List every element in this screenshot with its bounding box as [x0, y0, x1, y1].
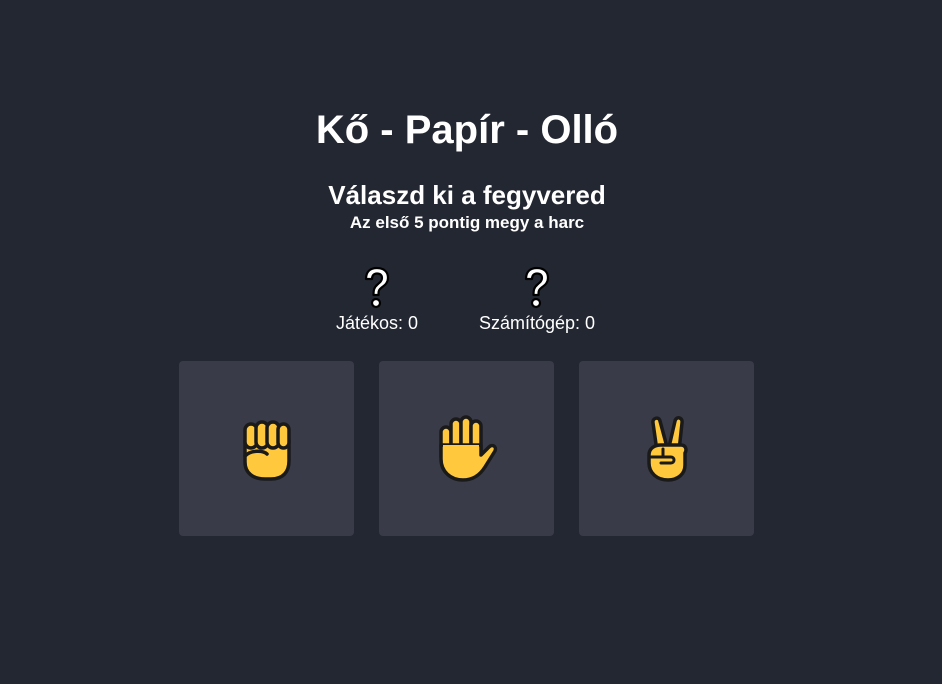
question-mark-icon — [524, 266, 550, 309]
raised-fist-icon — [242, 419, 291, 481]
rock-button[interactable] — [179, 361, 354, 536]
computer-score-panel: Számítógép: 0 — [457, 266, 617, 334]
victory-hand-icon — [646, 415, 688, 482]
raised-hand-icon — [438, 414, 497, 482]
question-mark-icon — [364, 266, 390, 309]
paper-button[interactable] — [379, 361, 554, 536]
player-score-panel: Játékos: 0 — [297, 266, 457, 334]
computer-score-label: Számítógép: 0 — [478, 313, 596, 333]
player-score-label: Játékos: 0 — [335, 313, 419, 333]
page-title: Kő - Papír - Olló — [315, 108, 619, 152]
scissors-button[interactable] — [579, 361, 754, 536]
rules-text: Az első 5 pontig megy a harc — [349, 213, 585, 232]
instruction-heading: Válaszd ki a fegyvered — [328, 180, 606, 210]
